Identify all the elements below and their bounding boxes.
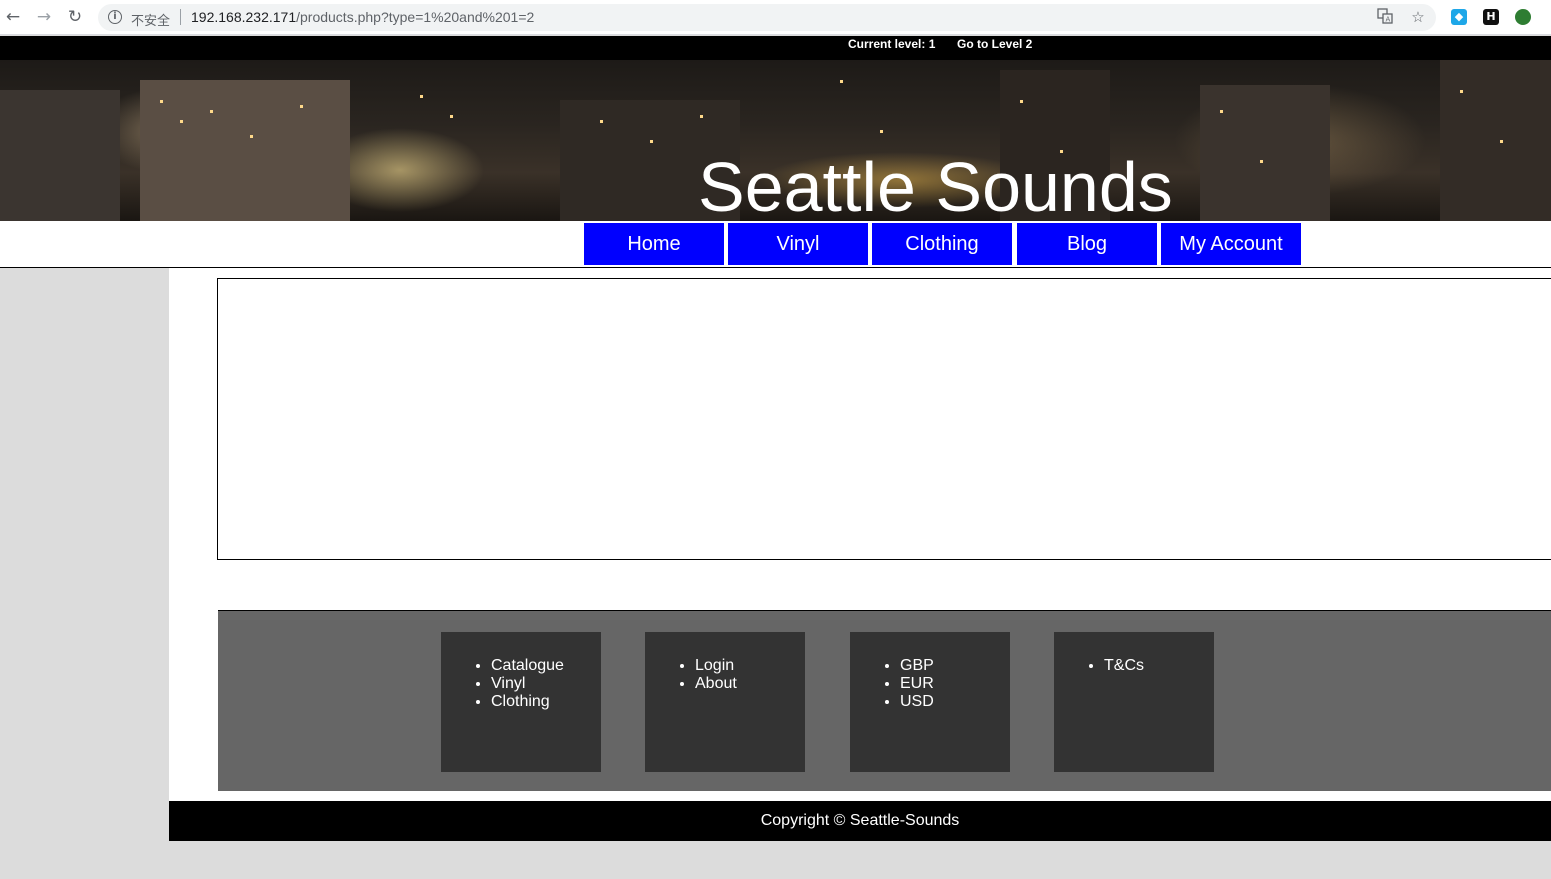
divider <box>180 9 181 25</box>
nav-clothing[interactable]: Clothing <box>872 223 1012 265</box>
translate-icon[interactable]: A <box>1376 8 1394 26</box>
footer-link-usd[interactable]: USD <box>900 693 934 710</box>
nav-blog[interactable]: Blog <box>1017 223 1157 265</box>
footer-column-currency: GBP EUR USD <box>850 632 1010 772</box>
bookmark-star-icon[interactable]: ☆ <box>1409 8 1427 26</box>
footer-column-legal: T&Cs <box>1054 632 1214 772</box>
footer-link-vinyl[interactable]: Vinyl <box>491 675 525 692</box>
footer-list-item[interactable]: Login <box>695 657 805 675</box>
level-bar: Current level: 1 Go to Level 2 <box>0 36 1551 60</box>
banner-light <box>420 95 423 98</box>
banner-light <box>1220 110 1223 113</box>
footer-link-catalogue[interactable]: Catalogue <box>491 657 564 674</box>
header-banner: Seattle Sounds <box>0 60 1551 221</box>
banner-light <box>1260 160 1263 163</box>
footer-list-item[interactable]: Vinyl <box>491 675 601 693</box>
footer-list-item[interactable]: Catalogue <box>491 657 601 675</box>
banner-light <box>180 120 183 123</box>
address-bar[interactable]: i 不安全 192.168.232.171/products.php?type=… <box>98 4 1436 31</box>
extension-cube-icon[interactable]: ◆ <box>1451 9 1467 25</box>
url-host: 192.168.232.171 <box>191 9 297 25</box>
footer-link-eur[interactable]: EUR <box>900 675 934 692</box>
footer: Catalogue Vinyl Clothing Login About GBP… <box>218 610 1551 791</box>
insecure-label: 不安全 <box>131 14 171 29</box>
banner-light <box>450 115 453 118</box>
banner-light <box>210 110 213 113</box>
footer-list-item[interactable]: EUR <box>900 675 1010 693</box>
footer-list-item[interactable]: T&Cs <box>1104 657 1214 675</box>
footer-link-about[interactable]: About <box>695 675 737 692</box>
url-path: /products.php?type=1%20and%201=2 <box>296 9 535 25</box>
browser-toolbar: ← → ↻ i 不安全 192.168.232.171/products.php… <box>0 0 1551 35</box>
footer-link-gbp[interactable]: GBP <box>900 657 934 674</box>
extension-circle-icon[interactable] <box>1515 9 1531 25</box>
banner-light <box>700 115 703 118</box>
banner-light <box>1500 140 1503 143</box>
nav-my-account[interactable]: My Account <box>1161 223 1301 265</box>
site-title: Seattle Sounds <box>698 148 1173 221</box>
footer-link-clothing[interactable]: Clothing <box>491 693 550 710</box>
nav-vinyl[interactable]: Vinyl <box>728 223 868 265</box>
banner-building <box>0 90 120 221</box>
extension-h-icon[interactable]: H <box>1483 9 1499 25</box>
footer-list-item[interactable]: GBP <box>900 657 1010 675</box>
forward-arrow-icon[interactable]: → <box>33 6 55 28</box>
banner-light <box>250 135 253 138</box>
banner-light <box>300 105 303 108</box>
products-panel <box>217 278 1551 560</box>
banner-light <box>1020 100 1023 103</box>
footer-list-item[interactable]: USD <box>900 693 1010 711</box>
banner-building <box>140 80 350 221</box>
footer-column-shop: Catalogue Vinyl Clothing <box>441 632 601 772</box>
footer-link-terms[interactable]: T&Cs <box>1104 657 1144 674</box>
banner-light <box>600 120 603 123</box>
footer-column-account: Login About <box>645 632 805 772</box>
banner-building <box>1200 85 1330 221</box>
current-level: Current level: 1 <box>848 37 936 51</box>
banner-light <box>650 140 653 143</box>
reload-icon[interactable]: ↻ <box>64 6 86 28</box>
copyright-bar: Copyright © Seattle-Sounds <box>169 801 1551 841</box>
svg-text:A: A <box>1386 16 1391 24</box>
footer-list-item[interactable]: Clothing <box>491 693 601 711</box>
main-nav: Home Vinyl Clothing Blog My Account <box>0 221 1551 268</box>
url-text[interactable]: 192.168.232.171/products.php?type=1%20an… <box>191 9 534 25</box>
banner-light <box>880 130 883 133</box>
footer-list-item[interactable]: About <box>695 675 805 693</box>
nav-home[interactable]: Home <box>584 223 724 265</box>
go-to-level-2-link[interactable]: Go to Level 2 <box>957 37 1032 51</box>
banner-light <box>160 100 163 103</box>
banner-light <box>840 80 843 83</box>
back-arrow-icon[interactable]: ← <box>2 6 24 28</box>
banner-light <box>1460 90 1463 93</box>
banner-building <box>1440 60 1551 221</box>
footer-link-login[interactable]: Login <box>695 657 734 674</box>
info-icon[interactable]: i <box>108 10 122 24</box>
